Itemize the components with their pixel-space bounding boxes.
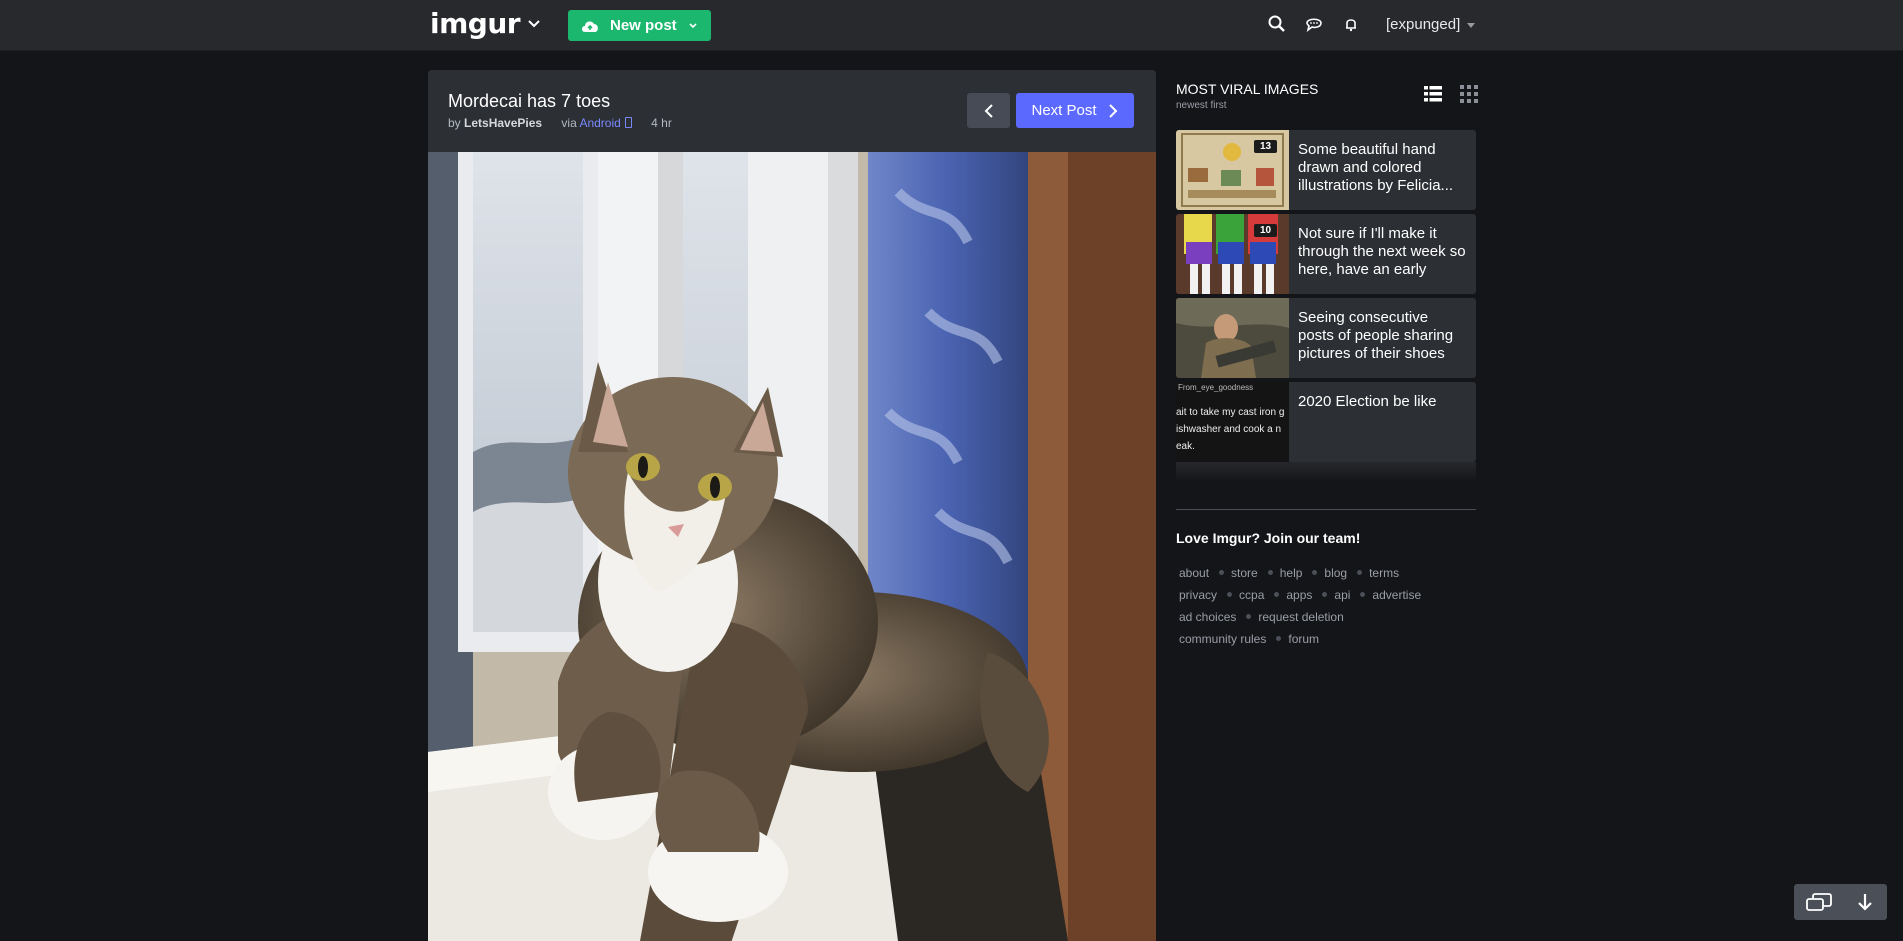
viral-item[interactable]: 13 Some beautiful hand drawn and colored… (1176, 130, 1476, 210)
footer-link-help[interactable]: help (1280, 566, 1303, 580)
viral-item-title: Not sure if I'll make it through the nex… (1298, 225, 1466, 281)
thumb-text: ait to take my cast iron g (1176, 407, 1285, 418)
footer-row: community rules forum (1179, 632, 1479, 654)
floating-controls (1794, 884, 1887, 920)
cloud-upload-icon (582, 21, 598, 32)
chevron-left-icon (984, 103, 993, 118)
viral-item[interactable]: From_eye_goodness ait to take my cast ir… (1176, 382, 1476, 462)
footer-link-ccpa[interactable]: ccpa (1239, 588, 1264, 602)
viral-item-title: Some beautiful hand drawn and colored il… (1298, 141, 1454, 194)
viral-thumbnail (1176, 298, 1289, 378)
sidebar-divider (1176, 509, 1476, 510)
author-link[interactable]: LetsHavePies (464, 116, 542, 130)
footer-links: about store help blog terms privacy ccpa apps a… (1179, 566, 1479, 654)
bell-icon[interactable] (1340, 13, 1362, 35)
arrow-down-icon[interactable] (1854, 891, 1876, 913)
footer-link-forum[interactable]: forum (1288, 632, 1319, 646)
post-header: Mordecai has 7 toes by LetsHavePies via … (428, 70, 1156, 152)
username-menu[interactable]: [expunged] (1386, 16, 1460, 33)
separator-dot (1274, 592, 1280, 597)
image-count-badge: 10 (1254, 224, 1278, 237)
chevron-right-icon (1108, 103, 1117, 118)
separator-dot (1312, 570, 1318, 575)
separator-dot (1322, 592, 1328, 597)
footer-link-store[interactable]: store (1231, 566, 1258, 580)
new-post-label: New post (610, 17, 677, 34)
list-view-icon[interactable] (1424, 85, 1442, 103)
search-icon[interactable] (1266, 13, 1288, 35)
viral-item-title: Seeing consecutive posts of people shari… (1298, 309, 1454, 362)
chevron-down-icon (689, 22, 697, 28)
viral-item[interactable]: Seeing consecutive posts of people shari… (1176, 298, 1476, 378)
viral-thumbnail: From_eye_goodness ait to take my cast ir… (1176, 382, 1289, 462)
phone-icon (624, 117, 632, 128)
next-post-label: Next Post (1031, 102, 1097, 119)
image-count-badge: 13 (1254, 140, 1278, 153)
sidebar-subtitle[interactable]: newest first (1176, 100, 1227, 111)
viral-item[interactable]: 10 Not sure if I'll make it through the … (1176, 214, 1476, 294)
list-fade (1176, 462, 1476, 482)
thumb-text: eak. (1176, 441, 1195, 452)
thumb-text: From_eye_goodness (1178, 383, 1254, 392)
separator-dot (1267, 570, 1273, 575)
imgur-logo[interactable]: imgur (430, 7, 521, 40)
footer-link-about[interactable]: about (1179, 566, 1209, 580)
footer-link-privacy[interactable]: privacy (1179, 588, 1217, 602)
separator-dot (1246, 614, 1252, 619)
post-time: 4 hr (651, 116, 672, 130)
thumb-text: ishwasher and cook a n (1176, 424, 1282, 435)
caret-down-icon[interactable] (1467, 23, 1475, 28)
cat-photo (428, 152, 1156, 941)
sidebar-title: MOST VIRAL IMAGES (1176, 81, 1319, 97)
join-team-link[interactable]: Love Imgur? Join our team! (1176, 530, 1360, 546)
footer-row: privacy ccpa apps api advertise (1179, 588, 1479, 610)
separator-dot (1360, 592, 1366, 597)
separator-dot (1276, 636, 1282, 641)
viral-item-title: 2020 Election be like (1298, 393, 1437, 410)
footer-link-request-deletion[interactable]: request deletion (1258, 610, 1343, 624)
by-label: by (448, 116, 461, 130)
next-post-button[interactable]: Next Post (1016, 93, 1134, 128)
footer-link-terms[interactable]: terms (1369, 566, 1399, 580)
previous-post-button[interactable] (967, 93, 1010, 128)
switch-view-icon[interactable] (1804, 891, 1834, 913)
grid-view-icon[interactable] (1460, 85, 1478, 103)
chat-icon[interactable] (1303, 13, 1325, 35)
platform-link[interactable]: Android (579, 116, 620, 130)
separator-dot (1219, 570, 1225, 575)
footer-link-api[interactable]: api (1334, 588, 1350, 602)
chevron-down-icon[interactable] (524, 14, 544, 34)
footer-link-advertise[interactable]: advertise (1372, 588, 1421, 602)
separator-dot (1227, 592, 1233, 597)
post-meta: by LetsHavePies via Android 4 hr (448, 116, 672, 130)
footer-link-blog[interactable]: blog (1324, 566, 1347, 580)
separator-dot (1357, 570, 1363, 575)
top-navigation-bar: imgur New post [expunged] (0, 0, 1903, 51)
footer-link-community-rules[interactable]: community rules (1179, 632, 1266, 646)
via-label: via (561, 116, 577, 130)
new-post-button[interactable]: New post (568, 10, 711, 41)
footer-row: ad choices request deletion (1179, 610, 1479, 632)
footer-row: about store help blog terms (1179, 566, 1479, 588)
post-image[interactable] (428, 152, 1156, 941)
footer-link-apps[interactable]: apps (1286, 588, 1312, 602)
post-title: Mordecai has 7 toes (448, 91, 611, 111)
footer-link-ad-choices[interactable]: ad choices (1179, 610, 1236, 624)
